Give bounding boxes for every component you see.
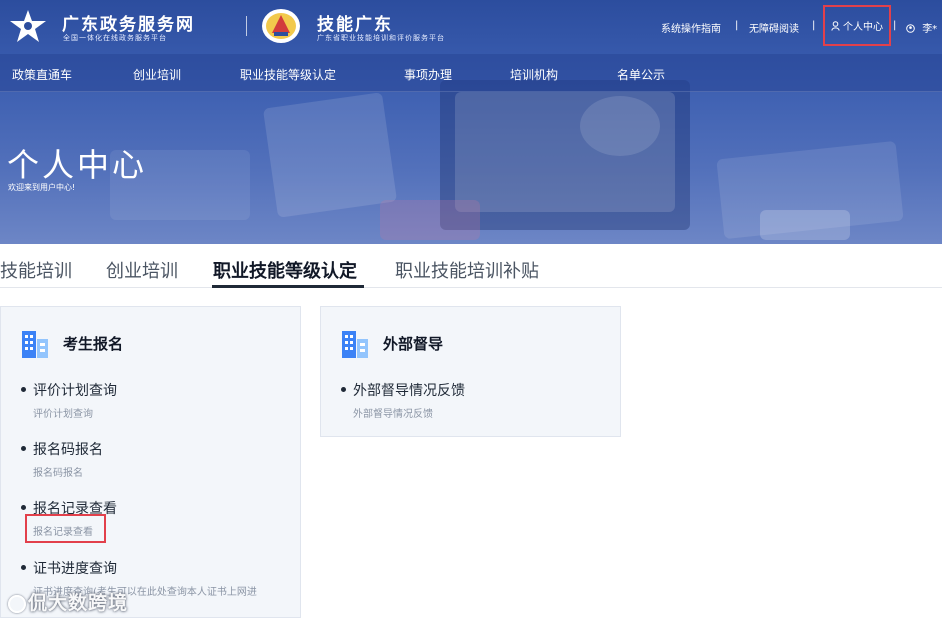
bullet-dot — [341, 387, 346, 392]
card-title: 外部督导 — [383, 335, 444, 353]
code-registration-link[interactable]: 报名码报名 — [33, 439, 103, 459]
skills-gd-logo[interactable] — [261, 8, 301, 44]
link-separator: | — [735, 20, 739, 31]
skills-site-title[interactable]: 技能广东 — [317, 10, 393, 35]
page-header: 广东政务服务网 全国一体化在线政务服务平台 技能广东 广东省职业技能培训和评价服… — [0, 0, 942, 244]
user-name: 李* — [922, 24, 938, 35]
eval-plan-query-desc: 评价计划查询 — [33, 409, 93, 420]
page-title: 个人中心 — [7, 146, 148, 184]
tab-training-subsidy[interactable]: 职业技能培训补贴 — [395, 257, 539, 283]
external-supervision-card: 外部督导 外部督导情况反馈 外部督导情况反馈 — [320, 306, 621, 437]
guide-link[interactable]: 系统操作指南 — [661, 20, 721, 35]
bullet-dot — [21, 446, 26, 451]
link-separator: | — [812, 20, 816, 31]
supervision-feedback-link[interactable]: 外部督导情况反馈 — [353, 380, 465, 400]
personal-center-link[interactable]: 个人中心 — [823, 5, 891, 46]
user-circle-icon — [906, 24, 915, 33]
bullet-dot — [21, 565, 26, 570]
watermark-text: 侃大数跨境 — [28, 592, 129, 614]
nav-item-affairs[interactable]: 事项办理 — [404, 66, 452, 83]
registration-records-desc[interactable]: 报名记录查看 — [33, 523, 93, 538]
accessible-reading-link[interactable]: 无障碍阅读 — [749, 20, 799, 35]
tab-skill-training[interactable]: 技能培训 — [0, 257, 72, 283]
tab-skill-certification[interactable]: 职业技能等级认定 — [213, 257, 357, 283]
user-icon — [831, 20, 840, 31]
building-icon — [342, 331, 368, 358]
card-title: 考生报名 — [63, 335, 124, 353]
link-separator: | — [893, 20, 897, 31]
logo-divider — [246, 16, 247, 36]
page-subtitle: 欢迎来到用户中心! — [8, 183, 76, 192]
active-tab-indicator — [212, 285, 364, 288]
user-menu[interactable]: 李* — [906, 20, 937, 35]
supervision-feedback-desc: 外部督导情况反馈 — [353, 409, 433, 420]
nav-item-policy[interactable]: 政策直通车 — [12, 66, 72, 83]
watermark: 侃大数跨境 — [8, 588, 128, 615]
nav-item-public-list[interactable]: 名单公示 — [617, 66, 665, 83]
nav-item-skill-certification[interactable]: 职业技能等级认定 — [240, 66, 336, 83]
bullet-dot — [21, 505, 26, 510]
building-icon — [22, 331, 48, 358]
site-subtitle: 全国一体化在线政务服务平台 — [63, 34, 167, 42]
tab-entrepreneur-training[interactable]: 创业培训 — [106, 257, 178, 283]
watermark-logo-icon — [8, 594, 26, 613]
exam-registration-card: 考生报名 评价计划查询 评价计划查询 报名码报名 报名码报名 报名记录查看 报名… — [0, 306, 301, 618]
personal-center-label: 个人中心 — [843, 22, 883, 33]
nav-item-institutions[interactable]: 培训机构 — [510, 66, 558, 83]
code-registration-desc: 报名码报名 — [33, 468, 83, 479]
category-tabs: 技能培训 创业培训 职业技能等级认定 职业技能培训补贴 — [0, 244, 942, 288]
nav-item-entrepreneur-training[interactable]: 创业培训 — [133, 66, 181, 83]
top-bar: 广东政务服务网 全国一体化在线政务服务平台 技能广东 广东省职业技能培训和评价服… — [0, 0, 942, 54]
bullet-dot — [21, 387, 26, 392]
eval-plan-query-link[interactable]: 评价计划查询 — [33, 380, 117, 400]
gd-gov-logo[interactable] — [8, 9, 48, 43]
site-title[interactable]: 广东政务服务网 — [62, 10, 195, 35]
main-nav: 政策直通车 创业培训 职业技能等级认定 事项办理 培训机构 名单公示 — [0, 54, 942, 92]
certificate-progress-link[interactable]: 证书进度查询 — [33, 558, 117, 578]
skills-site-subtitle: 广东省职业技能培训和评价服务平台 — [317, 34, 445, 42]
